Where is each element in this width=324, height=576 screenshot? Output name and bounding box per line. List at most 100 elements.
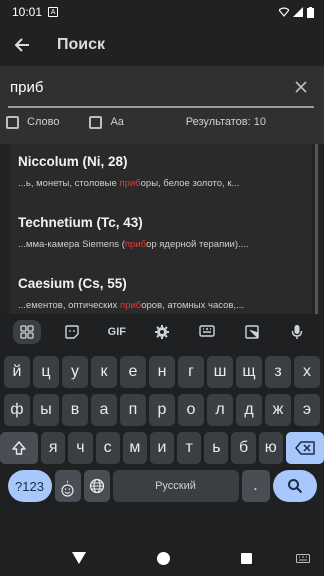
results-count: Результатов: 10	[185, 116, 266, 128]
key[interactable]: т	[177, 432, 202, 464]
battery-icon	[307, 6, 314, 18]
match-case-option[interactable]: Aa	[89, 115, 124, 129]
emoji-key[interactable]: ,	[54, 470, 81, 502]
sticker-icon	[65, 325, 79, 339]
key[interactable]: д	[236, 394, 262, 426]
sticker-button[interactable]	[58, 320, 86, 344]
key[interactable]: к	[91, 356, 117, 388]
key[interactable]: а	[91, 394, 117, 426]
whole-word-checkbox[interactable]	[6, 115, 19, 129]
match-case-label: Aa	[110, 116, 124, 128]
key[interactable]: я	[41, 432, 66, 464]
app-toolbar: Поиск	[0, 24, 324, 66]
key[interactable]: р	[149, 394, 175, 426]
key[interactable]: и	[149, 432, 175, 464]
status-bar: 10:01 A	[0, 0, 324, 24]
key[interactable]: л	[207, 394, 233, 426]
emoji-key-comma: ,	[66, 473, 69, 485]
keyboard-switch-icon[interactable]	[296, 554, 310, 563]
key[interactable]: в	[62, 394, 88, 426]
nav-recents-icon[interactable]	[241, 552, 253, 564]
key[interactable]: й	[4, 356, 30, 388]
smiley-icon	[61, 483, 74, 497]
arrow-back-icon	[14, 38, 29, 52]
key[interactable]: м	[122, 432, 147, 464]
match-highlight: приб	[120, 300, 142, 311]
nav-home-icon[interactable]	[156, 551, 170, 565]
soft-keyboard: GIF й ц у к е н г ш щ з х ф ы в а п р о …	[0, 314, 324, 540]
result-snippet: ...мма-камера Siemens (прибор ядерной те…	[18, 239, 249, 250]
match-highlight: приб	[119, 178, 141, 189]
clear-icon[interactable]	[294, 80, 308, 94]
notification-a-icon: A	[48, 7, 59, 17]
key[interactable]: у	[62, 356, 88, 388]
result-snippet: ...ь, монеты, столовые приборы, белое зо…	[18, 178, 240, 189]
key[interactable]: ф	[4, 394, 30, 426]
key[interactable]: э	[294, 394, 320, 426]
page-title: Поиск	[57, 36, 106, 53]
key[interactable]: б	[231, 432, 256, 464]
key[interactable]: ч	[68, 432, 93, 464]
result-snippet: ...ементов, оптических приборов, атомных…	[18, 300, 244, 311]
key[interactable]: о	[178, 394, 204, 426]
whole-word-option[interactable]: Слово	[6, 115, 59, 129]
results-list: Niccolum (Ni, 28) ...ь, монеты, столовые…	[0, 144, 324, 314]
wifi-icon	[279, 7, 289, 17]
apps-grid-icon	[19, 325, 34, 339]
search-options: Слово Aa Результатов: 10	[6, 112, 318, 132]
status-right	[279, 6, 314, 18]
globe-icon	[89, 478, 104, 494]
period-key[interactable]: .	[241, 470, 270, 502]
element-name: Niccolum (Ni, 28)	[18, 154, 128, 169]
clipboard-button[interactable]	[238, 320, 266, 344]
symbols-key[interactable]: ?123	[7, 470, 52, 502]
space-key[interactable]: Русский	[112, 470, 239, 502]
clipboard-icon	[245, 325, 259, 339]
backspace-icon	[295, 441, 315, 455]
match-case-checkbox[interactable]	[89, 115, 103, 129]
search-icon	[287, 479, 302, 494]
key[interactable]: ш	[207, 356, 233, 388]
keyboard-toolbar: GIF	[0, 314, 324, 350]
key-row-4: ?123 , Русский .	[0, 470, 324, 502]
key[interactable]: п	[120, 394, 146, 426]
search-area: Слово Aa Результатов: 10	[0, 66, 324, 144]
key[interactable]: з	[265, 356, 291, 388]
element-name: Technetium (Tc, 43)	[18, 215, 143, 230]
search-key[interactable]	[272, 470, 317, 502]
language-key[interactable]	[83, 470, 110, 502]
key[interactable]: с	[95, 432, 120, 464]
apps-grid-button[interactable]	[12, 320, 41, 344]
shift-icon	[12, 441, 26, 455]
scroll-edge	[315, 144, 318, 314]
backspace-key[interactable]	[285, 432, 324, 464]
key[interactable]: ь	[204, 432, 229, 464]
key[interactable]: г	[178, 356, 204, 388]
voice-input-button[interactable]	[283, 320, 311, 344]
microphone-icon	[292, 325, 303, 339]
key[interactable]: ы	[33, 394, 59, 426]
element-name: Caesium (Cs, 55)	[18, 276, 127, 291]
keyboard-layout-button[interactable]	[193, 320, 221, 344]
search-input[interactable]	[8, 72, 268, 102]
key[interactable]: ю	[258, 432, 283, 464]
key[interactable]: ц	[33, 356, 59, 388]
key-row-3: я ч с м и т ь б ю	[0, 432, 324, 464]
search-field	[8, 72, 314, 108]
gif-button[interactable]: GIF	[103, 320, 131, 344]
key[interactable]: е	[120, 356, 146, 388]
back-button[interactable]	[0, 24, 44, 66]
list-item[interactable]: Niccolum (Ni, 28) ...ь, монеты, столовые…	[10, 144, 312, 205]
match-highlight: приб	[124, 239, 147, 250]
list-item[interactable]: Technetium (Tc, 43) ...мма-камера Siemen…	[10, 205, 312, 266]
settings-button[interactable]	[148, 320, 176, 344]
key[interactable]: ж	[265, 394, 291, 426]
nav-back-icon[interactable]	[71, 552, 86, 564]
key-row-2: ф ы в а п р о л д ж э	[0, 394, 324, 426]
key[interactable]: н	[149, 356, 175, 388]
shift-key[interactable]	[0, 432, 39, 464]
key[interactable]: х	[294, 356, 320, 388]
key-row-1: й ц у к е н г ш щ з х	[0, 356, 324, 388]
list-item[interactable]: Caesium (Cs, 55) ...ементов, оптических …	[10, 266, 312, 314]
key[interactable]: щ	[236, 356, 262, 388]
